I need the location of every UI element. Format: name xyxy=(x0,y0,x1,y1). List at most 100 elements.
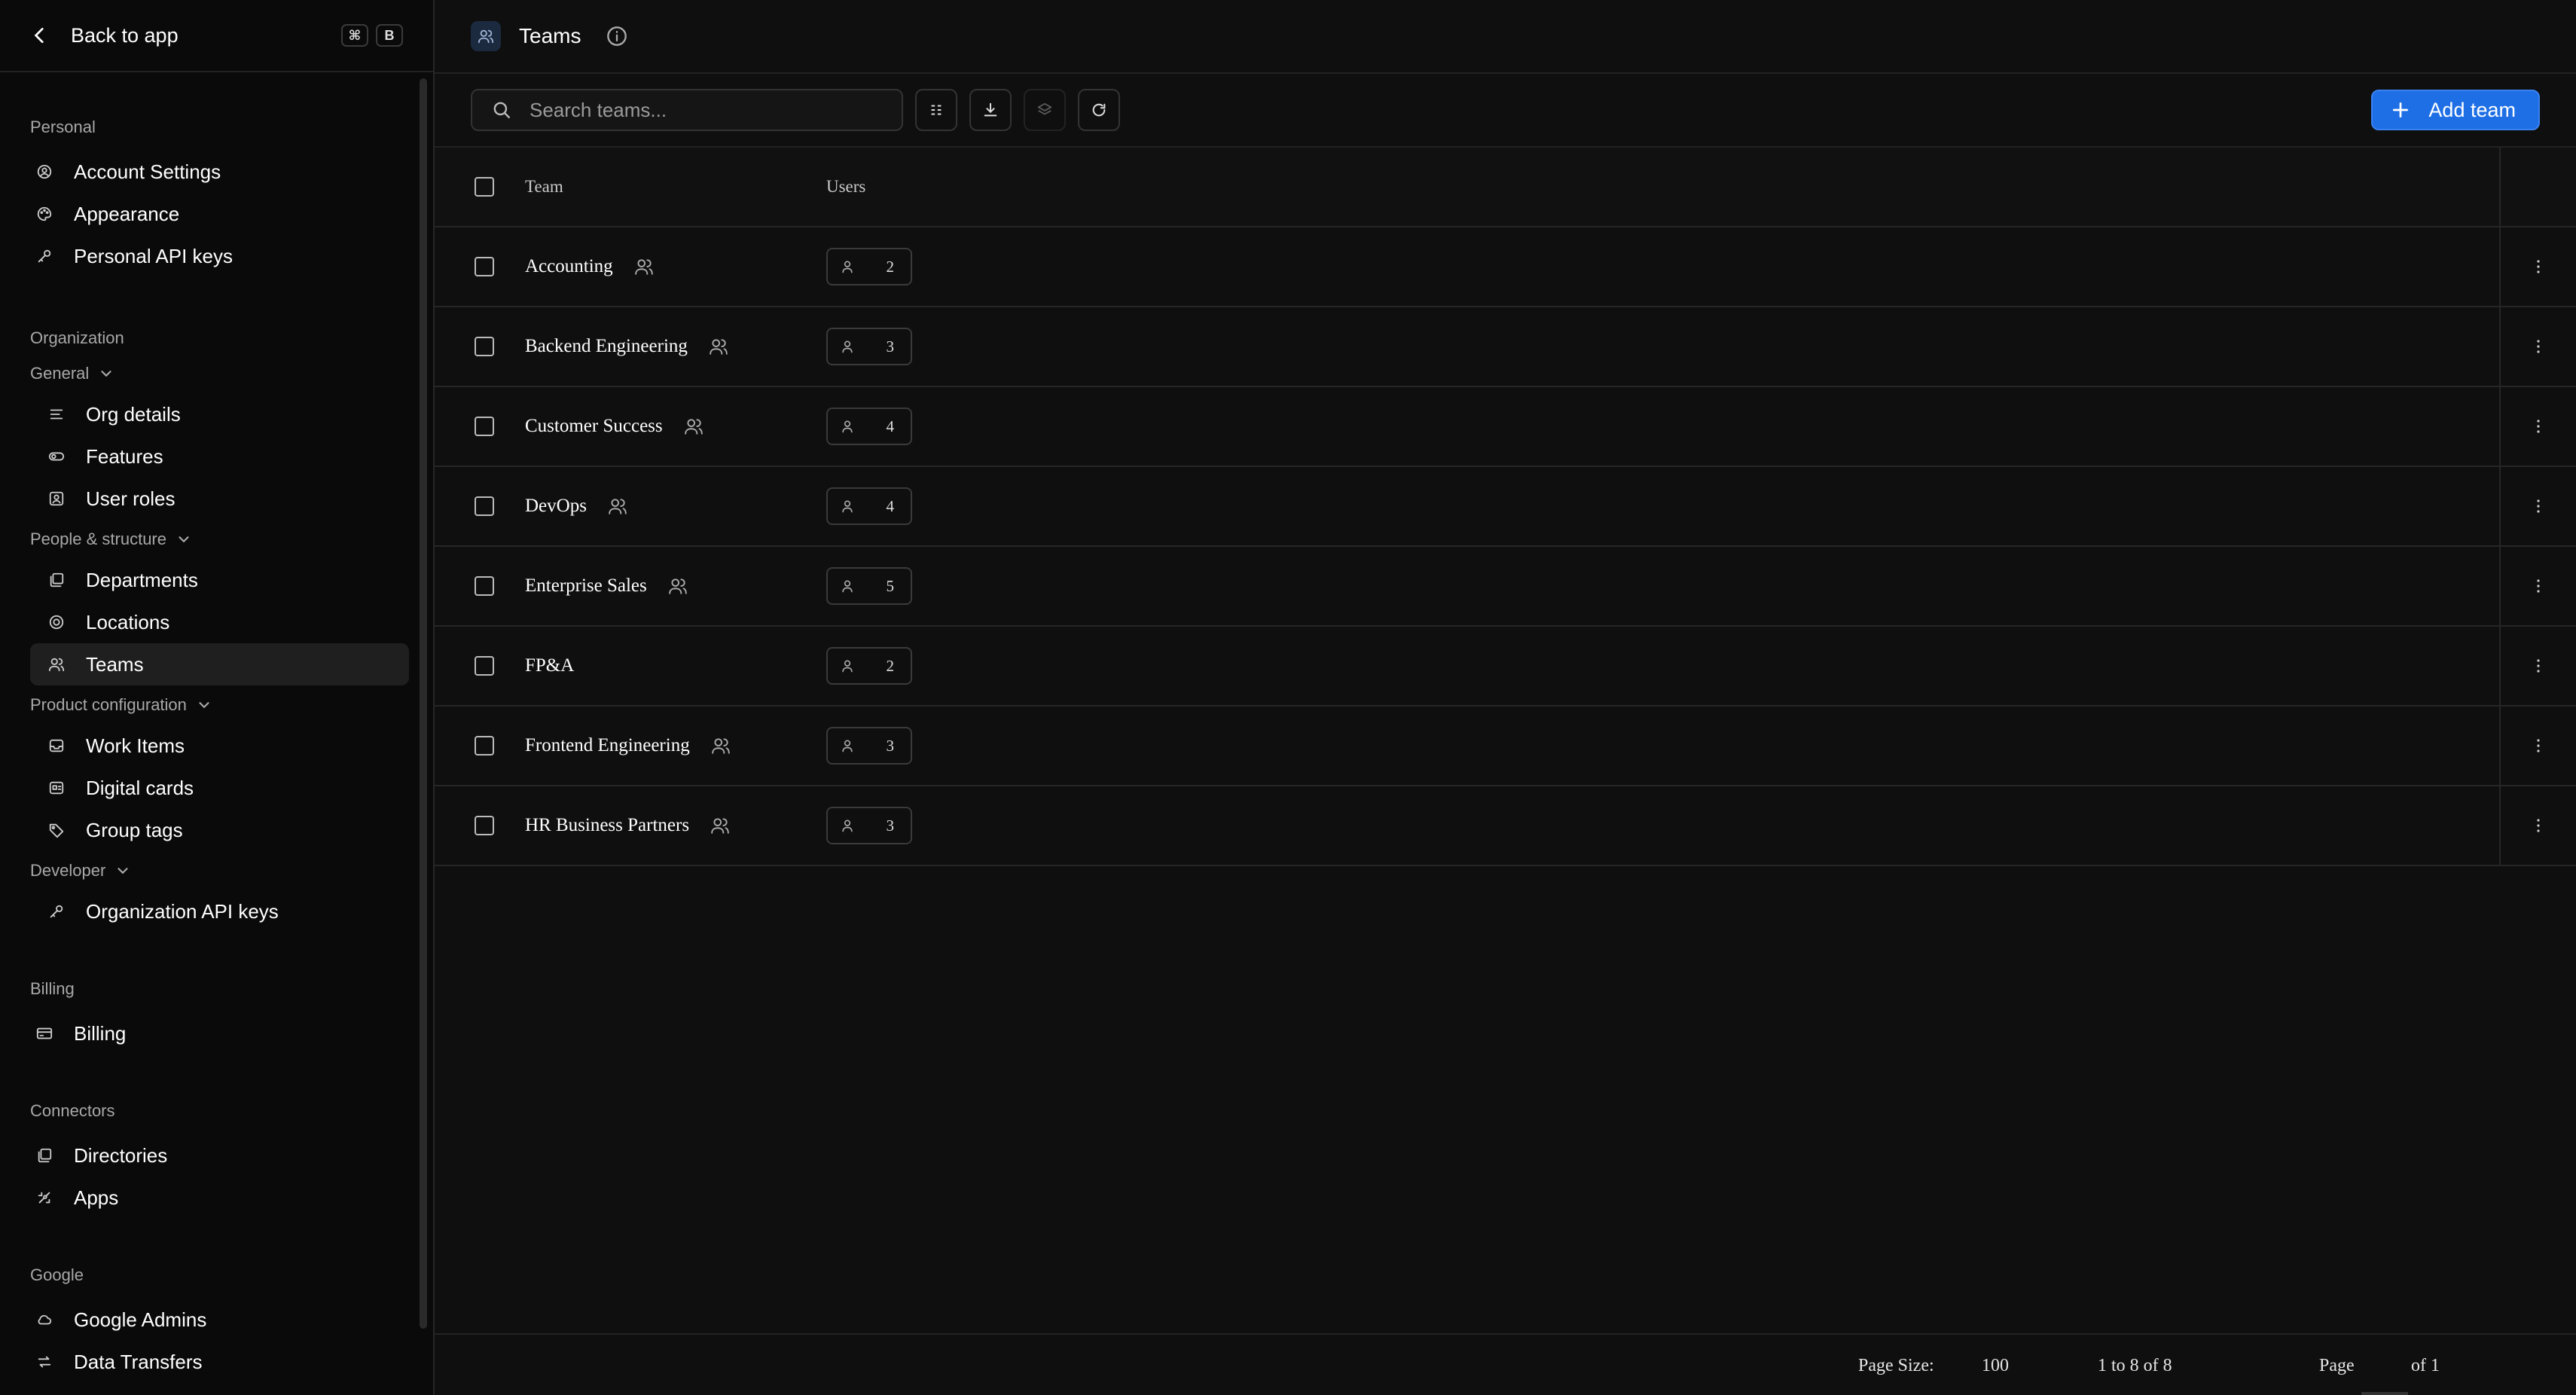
table-row[interactable]: Frontend Engineering 3 xyxy=(435,707,2576,786)
sidebar-item-features[interactable]: Features xyxy=(30,435,403,478)
columns-button[interactable] xyxy=(915,89,957,131)
select-all-cell xyxy=(435,177,525,197)
group-title: Product configuration xyxy=(30,695,187,714)
group-toggle-developer[interactable]: Developer xyxy=(30,851,403,890)
info-icon[interactable] xyxy=(606,26,627,47)
team-name[interactable]: FP&A xyxy=(525,655,574,676)
search-box[interactable] xyxy=(471,89,903,131)
row-actions-button[interactable] xyxy=(2499,786,2576,865)
table-row[interactable]: Customer Success 4 xyxy=(435,387,2576,467)
row-checkbox[interactable] xyxy=(475,656,494,676)
refresh-button[interactable] xyxy=(1078,89,1120,131)
table-row[interactable]: Backend Engineering 3 xyxy=(435,307,2576,387)
sidebar-item-appearance[interactable]: Appearance xyxy=(30,193,403,235)
sidebar-item-departments[interactable]: Departments xyxy=(30,559,403,601)
sidebar-item-apps[interactable]: Apps xyxy=(30,1177,403,1219)
sidebar-item-organization-api-keys[interactable]: Organization API keys xyxy=(30,890,403,933)
row-actions-button[interactable] xyxy=(2499,627,2576,705)
user-count-badge[interactable]: 5 xyxy=(826,567,912,605)
team-name[interactable]: DevOps xyxy=(525,496,587,517)
team-name[interactable]: Frontend Engineering xyxy=(525,735,690,756)
team-name[interactable]: Accounting xyxy=(525,256,613,277)
sidebar-item-label: User roles xyxy=(86,487,175,510)
row-actions-button[interactable] xyxy=(2499,707,2576,785)
column-header-users[interactable]: Users xyxy=(826,177,1128,197)
team-members-icon xyxy=(710,339,728,355)
actions-header xyxy=(2499,148,2576,226)
row-checkbox[interactable] xyxy=(475,736,494,755)
sidebar-item-org-details[interactable]: Org details xyxy=(30,393,403,435)
table-row[interactable]: FP&A 2 xyxy=(435,627,2576,707)
row-actions-button[interactable] xyxy=(2499,547,2576,625)
sidebar-item-group-tags[interactable]: Group tags xyxy=(30,809,403,851)
team-cell: Backend Engineering xyxy=(525,336,826,357)
search-input[interactable] xyxy=(530,98,876,122)
sidebar-item-google-admins[interactable]: Google Admins xyxy=(30,1299,403,1341)
page-number-input[interactable] xyxy=(2361,1392,2408,1395)
team-name[interactable]: Customer Success xyxy=(525,416,663,437)
user-count: 5 xyxy=(886,576,895,595)
user-count-badge[interactable]: 3 xyxy=(826,807,912,844)
row-actions-button[interactable] xyxy=(2499,467,2576,545)
row-checkbox[interactable] xyxy=(475,496,494,516)
sidebar-section-billing: Billing Billing xyxy=(0,969,433,1055)
table-row[interactable]: Enterprise Sales 5 xyxy=(435,547,2576,627)
sidebar-section-organization: Organization General Org details Features Us… xyxy=(0,318,433,933)
user-count-badge[interactable]: 4 xyxy=(826,408,912,445)
users-cell: 4 xyxy=(826,487,1128,525)
row-actions-button[interactable] xyxy=(2499,227,2576,306)
sidebar-item-directories[interactable]: Directories xyxy=(30,1134,403,1177)
row-actions-button[interactable] xyxy=(2499,307,2576,386)
user-count-badge[interactable]: 3 xyxy=(826,328,912,365)
page-size-select[interactable]: 100 xyxy=(1982,1356,2009,1376)
sidebar-item-personal-api-keys[interactable]: Personal API keys xyxy=(30,235,403,277)
table-row[interactable]: Accounting 2 xyxy=(435,227,2576,307)
more-vertical-icon xyxy=(2537,420,2540,433)
table-row[interactable]: HR Business Partners 3 xyxy=(435,786,2576,866)
team-name[interactable]: HR Business Partners xyxy=(525,815,689,836)
sidebar-item-billing[interactable]: Billing xyxy=(30,1012,403,1055)
sidebar-item-data-transfers[interactable]: Data Transfers xyxy=(30,1341,403,1372)
sidebar-item-digital-cards[interactable]: Digital cards xyxy=(30,767,403,809)
row-checkbox[interactable] xyxy=(475,576,494,596)
column-header-team[interactable]: Team xyxy=(525,177,826,197)
group-toggle-product-configuration[interactable]: Product configuration xyxy=(30,685,403,725)
download-button[interactable] xyxy=(969,89,1012,131)
sidebar-item-work-items[interactable]: Work Items xyxy=(30,725,403,767)
layers-icon xyxy=(50,572,64,588)
row-select-cell xyxy=(435,417,525,436)
layers-button[interactable] xyxy=(1024,89,1066,131)
team-name[interactable]: Enterprise Sales xyxy=(525,575,647,597)
add-team-button[interactable]: Add team xyxy=(2371,90,2540,130)
table-body: Accounting 2 Backend Engineering 3 Customer … xyxy=(435,227,2576,866)
sidebar-item-label: Google Admins xyxy=(74,1308,207,1331)
table-row[interactable]: DevOps 4 xyxy=(435,467,2576,547)
more-vertical-icon xyxy=(2537,819,2540,832)
section-title: Google xyxy=(30,1265,84,1284)
user-count-badge[interactable]: 2 xyxy=(826,647,912,685)
team-name[interactable]: Backend Engineering xyxy=(525,336,688,357)
sidebar-item-user-roles[interactable]: User roles xyxy=(30,478,403,520)
sidebar-item-teams[interactable]: Teams xyxy=(30,643,409,685)
row-checkbox[interactable] xyxy=(475,816,494,835)
row-checkbox[interactable] xyxy=(475,417,494,436)
cloud-icon xyxy=(38,1314,52,1325)
row-checkbox[interactable] xyxy=(475,337,494,356)
sidebar-section-google: Google Google Admins Data Transfers xyxy=(0,1255,433,1372)
sidebar-item-locations[interactable]: Locations xyxy=(30,601,403,643)
user-count-badge[interactable]: 3 xyxy=(826,727,912,765)
group-toggle-people-and-structure[interactable]: People & structure xyxy=(30,520,403,559)
sidebar-item-label: Work Items xyxy=(86,734,185,757)
row-checkbox[interactable] xyxy=(475,257,494,276)
sidebar-scrollbar[interactable] xyxy=(420,78,427,1329)
select-all-checkbox[interactable] xyxy=(475,177,494,197)
row-range: 1 to 8 of 8 xyxy=(2098,1356,2172,1375)
user-count-badge[interactable]: 4 xyxy=(826,487,912,525)
sidebar-item-account-settings[interactable]: Account Settings xyxy=(30,151,403,193)
user-count-badge[interactable]: 2 xyxy=(826,248,912,285)
group-toggle-general[interactable]: General xyxy=(30,354,403,393)
user-icon xyxy=(842,500,853,513)
row-actions-button[interactable] xyxy=(2499,387,2576,466)
back-to-app-button[interactable]: Back to app xyxy=(30,24,179,47)
row-select-cell xyxy=(435,337,525,356)
